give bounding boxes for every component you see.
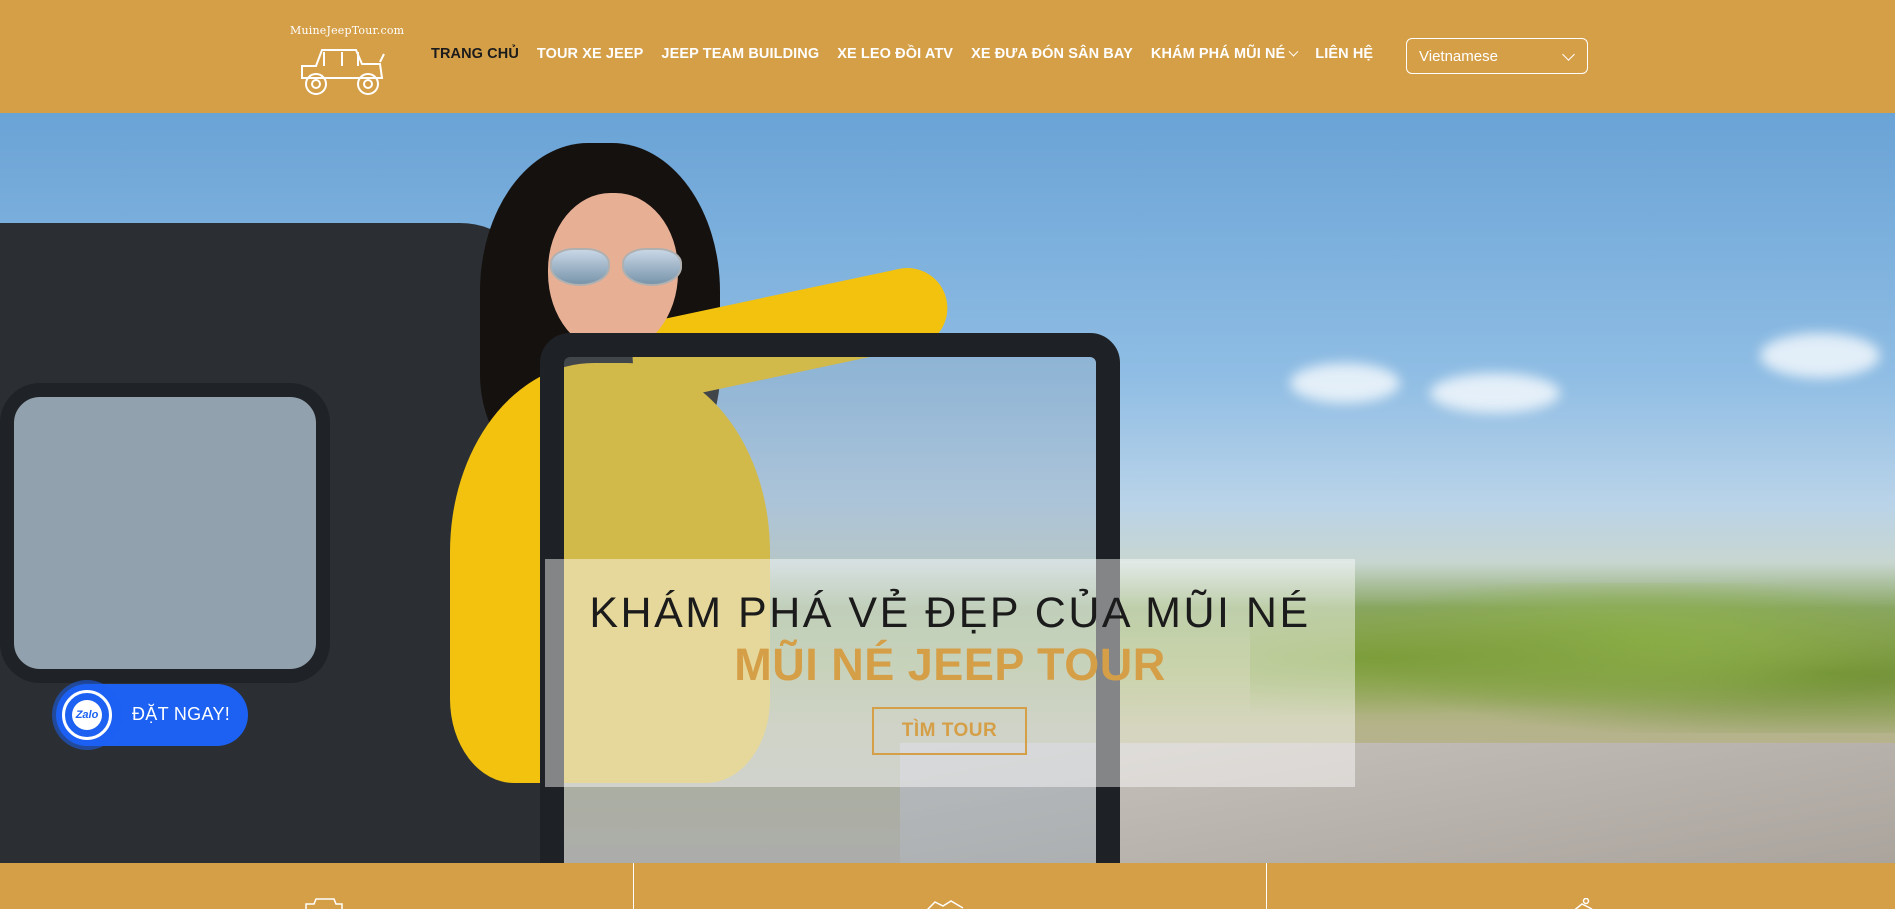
hero-title: KHÁM PHÁ VẺ ĐẸP CỦA MŨI NÉ: [589, 589, 1311, 637]
zalo-label: ĐẶT NGAY!: [132, 704, 231, 724]
language-select-value: Vietnamese: [1419, 48, 1498, 65]
site-logo[interactable]: MuineJeepTour.com: [290, 24, 405, 102]
feature-strip: [0, 863, 1895, 909]
chevron-down-icon: [1562, 48, 1575, 61]
jeep-logo-icon: [301, 49, 385, 95]
jeep-feature-icon: [305, 898, 343, 909]
hero-caption-box: KHÁM PHÁ VẺ ĐẸP CỦA MŨI NÉ MŨI NÉ JEEP T…: [545, 559, 1355, 787]
cloud-decoration: [1290, 363, 1400, 403]
nav-item-home[interactable]: TRANG CHỦ: [431, 46, 519, 62]
zalo-booking-button[interactable]: Zalo ĐẶT NGAY!: [52, 680, 248, 750]
handshake-feature-icon: [926, 900, 964, 909]
find-tour-button[interactable]: TÌM TOUR: [872, 707, 1027, 755]
nav-item-explore-label: KHÁM PHÁ MŨI NÉ: [1150, 46, 1286, 62]
nav-item-explore[interactable]: KHÁM PHÁ MŨI NÉ: [1150, 46, 1299, 62]
hero-banner: KHÁM PHÁ VẺ ĐẸP CỦA MŨI NÉ MŨI NÉ JEEP T…: [0, 113, 1895, 863]
hiker-feature-icon: [1574, 898, 1593, 909]
zalo-icon-text: Zalo: [72, 700, 102, 730]
cloud-decoration: [1430, 373, 1560, 413]
nav-item-atv[interactable]: XE LEO ĐỒI ATV: [837, 46, 953, 62]
site-header: MuineJeepTour.com TRANG CHỦ TOUR XE JEEP…: [0, 0, 1895, 113]
logo-text: MuineJeepTour.com: [290, 24, 405, 37]
main-nav: TRANG CHỦ TOUR XE JEEP JEEP TEAM BUILDIN…: [431, 46, 1391, 62]
feature-divider: [1266, 863, 1267, 909]
hero-subtitle: MŨI NÉ JEEP TOUR: [734, 639, 1166, 690]
sunglasses: [550, 248, 685, 288]
language-select[interactable]: Vietnamese: [1406, 38, 1588, 74]
nav-item-airport-transfer[interactable]: XE ĐƯA ĐÓN SÂN BAY: [971, 46, 1133, 62]
nav-item-jeep-tour[interactable]: TOUR XE JEEP: [537, 46, 644, 62]
chevron-down-icon: [1288, 46, 1299, 57]
nav-item-contact[interactable]: LIÊN HỆ: [1315, 46, 1373, 62]
feature-divider: [633, 863, 634, 909]
cloud-decoration: [1760, 333, 1880, 378]
nav-item-team-building[interactable]: JEEP TEAM BUILDING: [661, 46, 819, 62]
zalo-icon: Zalo: [62, 690, 112, 740]
